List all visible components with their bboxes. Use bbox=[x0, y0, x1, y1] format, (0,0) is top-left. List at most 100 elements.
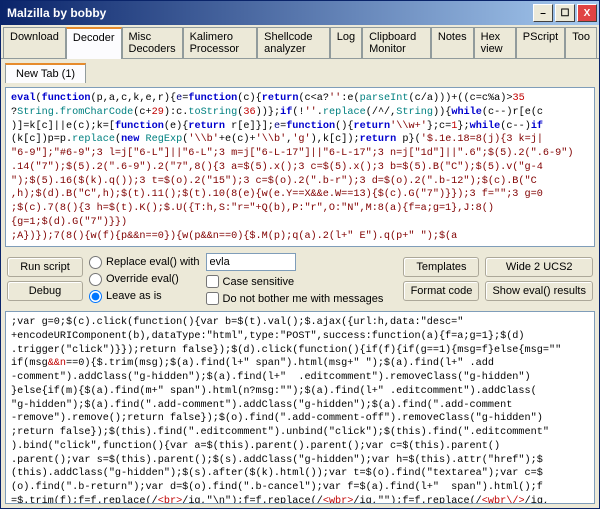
fn: parseInt bbox=[360, 93, 409, 104]
checkbox-do-not-bother[interactable]: Do not bother me with messages bbox=[206, 292, 384, 305]
tab-misc-decoders[interactable]: Misc Decoders bbox=[122, 27, 183, 58]
txt: (! bbox=[292, 107, 304, 118]
checkbox-case-sensitive[interactable]: Case sensitive bbox=[206, 275, 384, 288]
wide-ucs2-button[interactable]: Wide 2 UCS2 bbox=[485, 257, 593, 277]
txt: (o).find(".b-return");var d=$(o).find(".… bbox=[11, 482, 543, 493]
checkbox-case-sensitive-input[interactable] bbox=[206, 275, 219, 288]
debug-button[interactable]: Debug bbox=[7, 281, 83, 301]
str: '\\b' bbox=[256, 134, 287, 145]
txt: &&n bbox=[48, 358, 66, 369]
txt: +e(c)+ bbox=[219, 134, 256, 145]
str: ;A})});7(8(){w(f){p&&n==0}){w(p&&n==0){$… bbox=[11, 231, 457, 242]
txt: (/^/, bbox=[366, 107, 397, 118]
txt: ==0){$.trim(msg);$(a).find(l+" span").ht… bbox=[66, 358, 494, 369]
window-title: Malzilla by bobby bbox=[7, 6, 531, 20]
txt: /ig,"\n");f=f.replace(/ bbox=[182, 496, 323, 504]
txt: +encodeURIComponent(b),dataType:"html",t… bbox=[11, 331, 525, 342]
tab-hexview[interactable]: Hex view bbox=[474, 27, 516, 58]
txt: =$.trim(f);f=f.replace(/ bbox=[11, 496, 158, 504]
txt: -remove").remove();return false});$(o).f… bbox=[11, 413, 543, 424]
kw: return bbox=[353, 121, 390, 132]
kw: if bbox=[531, 121, 543, 132]
str: "6-9"];"#6-9";3 l=j["6-L"]||"6-L";3 m=j[… bbox=[11, 148, 573, 159]
tab-pscript[interactable]: PScript bbox=[516, 27, 565, 58]
tab-decoder[interactable]: Decoder bbox=[66, 27, 122, 59]
input-code-box[interactable]: eval(function(p,a,c,k,e,r){e=function(c)… bbox=[5, 87, 595, 247]
txt: (e){ bbox=[164, 121, 188, 132]
fn: replace bbox=[323, 107, 366, 118]
tab-overflow[interactable]: Too bbox=[565, 27, 597, 58]
fn: RegExp bbox=[146, 134, 183, 145]
txt: ;return false});$(this).find(".editcomme… bbox=[11, 427, 549, 438]
txt: <wbr\/> bbox=[482, 496, 525, 504]
txt: (c){ bbox=[237, 93, 261, 104]
templates-button[interactable]: Templates bbox=[403, 257, 479, 277]
replace-eval-input[interactable] bbox=[206, 253, 296, 271]
output-code-box[interactable]: ;var g=0;$(c).click(function(){var b=$(t… bbox=[5, 311, 595, 504]
close-button[interactable]: X bbox=[577, 4, 597, 22]
format-code-button[interactable]: Format code bbox=[403, 281, 479, 301]
radio-label: Leave as is bbox=[106, 290, 162, 302]
control-bar: Run script Debug Replace eval() with Ove… bbox=[5, 251, 595, 307]
radio-label: Override eval() bbox=[106, 273, 179, 285]
txt: };c= bbox=[427, 121, 451, 132]
txt: }; bbox=[457, 121, 469, 132]
txt: if(msg bbox=[11, 358, 48, 369]
txt: )){ bbox=[433, 107, 451, 118]
checkbox-do-not-bother-input[interactable] bbox=[206, 292, 219, 305]
num: 36 bbox=[243, 107, 255, 118]
radio-replace-eval[interactable]: Replace eval() with bbox=[89, 256, 200, 269]
tab-download[interactable]: Download bbox=[3, 27, 66, 58]
show-eval-results-button[interactable]: Show eval() results bbox=[485, 281, 593, 301]
fn: replace bbox=[72, 134, 115, 145]
txt: (p,a,c,k,e,r){ bbox=[91, 93, 177, 104]
radio-replace-eval-input[interactable] bbox=[89, 256, 102, 269]
tab-notes[interactable]: Notes bbox=[431, 27, 474, 58]
kw: while bbox=[470, 121, 501, 132]
txt: ))}; bbox=[256, 107, 280, 118]
fn: toString bbox=[188, 107, 237, 118]
tab-clipboard[interactable]: Clipboard Monitor bbox=[362, 27, 431, 58]
radio-override-eval[interactable]: Override eval() bbox=[89, 273, 200, 286]
radio-override-eval-input[interactable] bbox=[89, 273, 102, 286]
radio-leave-as-is-input[interactable] bbox=[89, 290, 102, 303]
txt: "g-hidden");$(a).find(".add-comment").ad… bbox=[11, 400, 512, 411]
subtab-1[interactable]: New Tab (1) bbox=[5, 63, 86, 83]
txt: /ig,"");f=f.replace(/ bbox=[353, 496, 481, 504]
kw: new bbox=[121, 134, 139, 145]
txt: (c--) bbox=[500, 121, 531, 132]
sub-tabbar: New Tab (1) bbox=[1, 59, 599, 83]
str: '' bbox=[305, 107, 317, 118]
fn: String.fromCharCode bbox=[17, 107, 133, 118]
txt: (c<a? bbox=[298, 93, 329, 104]
cb-label: Case sensitive bbox=[223, 276, 295, 288]
txt: .trigger("click")}});return false});$(d)… bbox=[11, 345, 561, 356]
kw: while bbox=[451, 107, 482, 118]
txt: ):c. bbox=[164, 107, 188, 118]
cb-label: Do not bother me with messages bbox=[223, 293, 384, 305]
txt: <wbr> bbox=[323, 496, 354, 504]
kw: eval bbox=[11, 93, 35, 104]
str: ");$(5).16($(k).q());3 t=$(o).2("15");3 … bbox=[11, 176, 537, 187]
minimize-button[interactable]: – bbox=[533, 4, 553, 22]
kw: return bbox=[188, 121, 225, 132]
tab-log[interactable]: Log bbox=[330, 27, 362, 58]
kw: function bbox=[286, 121, 335, 132]
tab-kalimero[interactable]: Kalimero Processor bbox=[183, 27, 258, 58]
txt: -comment").addClass("g-hidden");$(a).fin… bbox=[11, 372, 531, 383]
radio-leave-as-is[interactable]: Leave as is bbox=[89, 290, 200, 303]
str: ,h);$(d).B("C",h);$(t).11();$(t).10(8(e)… bbox=[11, 189, 543, 200]
txt: (){ bbox=[335, 121, 353, 132]
num: 35 bbox=[512, 93, 524, 104]
maximize-button[interactable]: ☐ bbox=[555, 4, 575, 22]
txt: )]=k[c]||e(c);k=[ bbox=[11, 121, 115, 132]
run-script-button[interactable]: Run script bbox=[7, 257, 83, 277]
txt: }else{if(m){$(a).find(m+" span").html(n?… bbox=[11, 386, 537, 397]
main-tabbar: Download Decoder Misc Decoders Kalimero … bbox=[1, 25, 599, 59]
tab-shellcode[interactable]: Shellcode analyzer bbox=[257, 27, 330, 58]
str: '\\b' bbox=[188, 134, 219, 145]
txt: (k[c])p=p. bbox=[11, 134, 72, 145]
kw: function bbox=[42, 93, 91, 104]
txt: :e( bbox=[341, 93, 359, 104]
txt: /ig, bbox=[525, 496, 549, 504]
